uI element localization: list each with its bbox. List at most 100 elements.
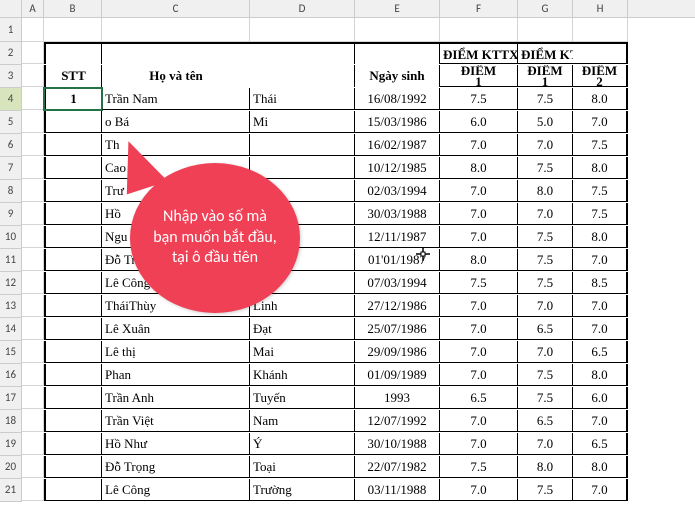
cell[interactable] <box>22 341 44 363</box>
row-header[interactable]: 6 <box>0 134 22 157</box>
cell[interactable]: 8.0 <box>440 249 518 271</box>
cell[interactable] <box>44 203 102 225</box>
cell[interactable]: 7.5 <box>440 88 518 110</box>
col-header-G[interactable]: G <box>518 0 573 17</box>
cell[interactable]: 7.0 <box>440 203 518 225</box>
cell[interactable]: 07/03/1994 <box>355 272 440 294</box>
cell[interactable]: 7.0 <box>440 134 518 156</box>
cell[interactable] <box>22 203 44 225</box>
cell[interactable]: Đỗ Trọ <box>102 249 250 271</box>
col-header-D[interactable]: D <box>250 0 355 17</box>
cell[interactable]: 12/11/1987 <box>355 226 440 248</box>
cell[interactable] <box>22 272 44 294</box>
cell[interactable] <box>22 157 44 179</box>
cell[interactable]: Lê Công <box>102 479 250 501</box>
cell[interactable] <box>22 226 44 248</box>
row-header[interactable]: 4 <box>0 88 22 111</box>
cell[interactable]: Trần Anh <box>102 387 250 409</box>
cell[interactable] <box>250 65 355 87</box>
cell[interactable]: 7.5 <box>573 180 628 202</box>
cell[interactable] <box>44 249 102 271</box>
cell[interactable]: 6.5 <box>573 433 628 455</box>
row-header[interactable]: 21 <box>0 479 22 502</box>
cell[interactable]: 7.5 <box>518 226 573 248</box>
cell[interactable] <box>22 318 44 340</box>
cell[interactable]: Đạt <box>250 318 355 340</box>
cell[interactable]: Hồ <box>102 203 250 225</box>
row-header[interactable]: 5 <box>0 111 22 134</box>
cell[interactable] <box>22 433 44 455</box>
cell[interactable] <box>22 295 44 317</box>
cell[interactable] <box>22 18 44 42</box>
cell[interactable] <box>440 18 518 42</box>
cell[interactable] <box>250 272 355 294</box>
cell[interactable]: 7.0 <box>440 479 518 501</box>
cell[interactable]: 7.0 <box>518 341 573 363</box>
cell[interactable]: 8.0 <box>573 226 628 248</box>
cell[interactable]: Trư <box>102 180 250 202</box>
cell[interactable] <box>44 387 102 409</box>
cell[interactable]: 7.0 <box>440 364 518 386</box>
cell[interactable]: Ý <box>250 433 355 455</box>
cell[interactable]: ĐIỂM1 <box>518 65 573 87</box>
cell[interactable]: 7.0 <box>518 134 573 156</box>
cell[interactable]: 6.5 <box>440 387 518 409</box>
cell[interactable]: 5.0 <box>518 111 573 133</box>
cell[interactable]: 7.0 <box>440 318 518 340</box>
row-header[interactable]: 1 <box>0 18 22 42</box>
cell[interactable]: 7.5 <box>518 479 573 501</box>
row-header[interactable]: 9 <box>0 203 22 226</box>
cell[interactable]: 6.5 <box>518 410 573 432</box>
cell[interactable]: 6.5 <box>573 341 628 363</box>
cell[interactable] <box>22 42 44 64</box>
row-header[interactable]: 14 <box>0 318 22 341</box>
cell[interactable]: 8.0 <box>440 157 518 179</box>
cell[interactable]: o Bá <box>102 111 250 133</box>
col-header-A[interactable]: A <box>22 0 44 17</box>
cell[interactable] <box>22 410 44 432</box>
row-header[interactable]: 18 <box>0 410 22 433</box>
cell[interactable]: 7.5 <box>518 88 573 110</box>
cell[interactable]: 01'01/1987 <box>355 249 440 271</box>
cell[interactable]: Ngày sinh <box>355 65 440 87</box>
cell[interactable]: 7.5 <box>440 456 518 478</box>
cell[interactable] <box>22 387 44 409</box>
cell[interactable]: 02/03/1994 <box>355 180 440 202</box>
cell[interactable]: 1993 <box>355 387 440 409</box>
cell[interactable] <box>22 479 44 501</box>
row-header[interactable]: 20 <box>0 456 22 479</box>
cell[interactable] <box>250 157 355 179</box>
cell[interactable] <box>44 134 102 156</box>
cell[interactable] <box>44 479 102 501</box>
cell[interactable]: 7.0 <box>518 295 573 317</box>
cell[interactable]: Trần Nam <box>102 88 250 110</box>
cell[interactable]: 7.0 <box>440 410 518 432</box>
cell[interactable] <box>22 364 44 386</box>
cell[interactable]: Trần Việt <box>102 410 250 432</box>
row-header[interactable]: 2 <box>0 42 22 65</box>
cell[interactable]: 7.0 <box>440 180 518 202</box>
row-header[interactable]: 10 <box>0 226 22 249</box>
cell[interactable]: 7.0 <box>440 295 518 317</box>
cell[interactable] <box>44 295 102 317</box>
row-header[interactable]: 15 <box>0 341 22 364</box>
select-all-corner[interactable] <box>0 0 22 17</box>
cell[interactable]: 7.0 <box>440 433 518 455</box>
cell[interactable]: 30/10/1988 <box>355 433 440 455</box>
cell[interactable]: Linh <box>250 295 355 317</box>
spreadsheet-grid[interactable]: A B C D E F G H 1 2ĐIỂM KTTXĐIỂM KTĐK3ST… <box>0 0 695 502</box>
cell[interactable] <box>573 18 628 42</box>
cell[interactable]: 16/08/1992 <box>355 88 440 110</box>
col-header-E[interactable]: E <box>355 0 440 17</box>
cell[interactable]: 7.5 <box>573 134 628 156</box>
cell[interactable]: 7.0 <box>573 410 628 432</box>
row-header[interactable]: 8 <box>0 180 22 203</box>
cell[interactable]: 8.0 <box>573 157 628 179</box>
cell[interactable]: 7.5 <box>518 387 573 409</box>
cell[interactable]: 7.0 <box>573 479 628 501</box>
cell[interactable]: Th <box>102 134 250 156</box>
row-header[interactable]: 3 <box>0 65 22 88</box>
cell[interactable]: 29/09/1986 <box>355 341 440 363</box>
col-header-F[interactable]: F <box>440 0 518 17</box>
cell[interactable]: Trường <box>250 479 355 501</box>
